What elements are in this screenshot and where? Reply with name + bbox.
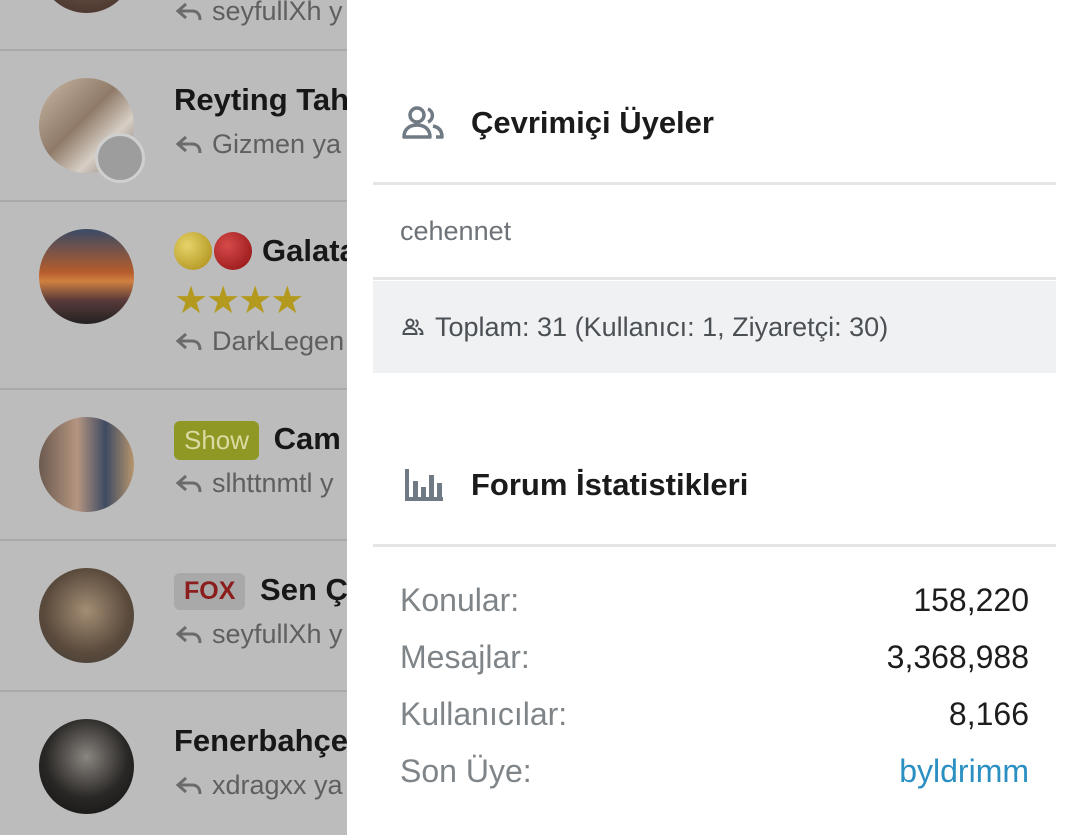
- avatar[interactable]: [39, 0, 134, 13]
- users-icon: [402, 105, 444, 139]
- bar-chart-icon: [405, 468, 443, 501]
- reply-icon: [176, 625, 202, 643]
- list-item[interactable]: seyfullXh y: [0, 0, 347, 51]
- stat-label: Kullanıcılar:: [400, 696, 568, 732]
- avatar-secondary: [95, 133, 145, 183]
- online-user-link[interactable]: cehennet: [373, 185, 1056, 280]
- yellow-ball-icon: [174, 232, 212, 270]
- online-total: Toplam: 31 (Kullanıcı: 1, Ziyaretçi: 30): [373, 281, 1056, 373]
- forum-stats-title: Forum İstatistikleri: [471, 466, 749, 502]
- thread-title[interactable]: Cam: [274, 421, 341, 456]
- users-small-icon: [402, 318, 424, 335]
- stat-label: Mesajlar:: [400, 639, 530, 675]
- rating-stars: ★★★★: [174, 280, 304, 322]
- list-item[interactable]: Galata ★★★★ DarkLegen: [0, 202, 347, 390]
- reply-icon: [176, 2, 202, 20]
- reply-icon: [176, 474, 202, 492]
- online-members-title: Çevrimiçi Üyeler: [471, 104, 714, 140]
- thread-title[interactable]: Fenerbahçe: [174, 723, 347, 759]
- online-members-header: Çevrimiçi Üyeler: [373, 63, 1056, 185]
- red-ball-icon: [214, 232, 252, 270]
- thread-last-poster[interactable]: seyfullXh y: [212, 619, 343, 650]
- avatar[interactable]: [39, 568, 134, 663]
- reply-icon: [176, 332, 202, 350]
- avatar[interactable]: [39, 229, 134, 324]
- avatar[interactable]: [39, 417, 134, 512]
- thread-last-poster[interactable]: slhttnmtl y: [212, 468, 334, 499]
- online-total-text: Toplam: 31 (Kullanıcı: 1, Ziyaretçi: 30): [435, 311, 889, 342]
- forum-stats-list: Konular: 158,220 Mesajlar: 3,368,988 Kul…: [400, 572, 1029, 800]
- reply-icon: [176, 135, 202, 153]
- stat-label: Konular:: [400, 582, 520, 618]
- reply-icon: [176, 776, 202, 794]
- stat-value: 3,368,988: [886, 639, 1029, 675]
- thread-list: seyfullXh y Reyting Tah Gizmen ya Galata…: [0, 0, 347, 835]
- thread-last-poster[interactable]: seyfullXh y: [212, 0, 343, 27]
- list-item[interactable]: Reyting Tah Gizmen ya: [0, 51, 347, 202]
- newest-member-link[interactable]: byldrimm: [899, 753, 1029, 790]
- stat-row-topics: Konular: 158,220: [400, 572, 1029, 629]
- list-item[interactable]: Fenerbahçe xdragxx ya: [0, 692, 347, 835]
- thread-last-poster[interactable]: Gizmen ya: [212, 129, 341, 160]
- list-item[interactable]: Show Cam slhttnmtl y: [0, 390, 347, 541]
- stat-row-users: Kullanıcılar: 8,166: [400, 686, 1029, 743]
- stat-row-messages: Mesajlar: 3,368,988: [400, 629, 1029, 686]
- thread-title[interactable]: Reyting Tah: [174, 82, 347, 118]
- thread-last-poster[interactable]: DarkLegen: [212, 326, 344, 357]
- stat-value: 158,220: [913, 582, 1029, 618]
- thread-title[interactable]: Galata: [262, 233, 347, 269]
- forum-stats-header: Forum İstatistikleri: [373, 425, 1056, 547]
- thread-title[interactable]: Sen Ç: [260, 572, 347, 607]
- sidebar-panel: Çevrimiçi Üyeler cehennet Toplam: 31 (Ku…: [347, 0, 1080, 835]
- stat-label: Son Üye:: [400, 753, 532, 789]
- list-item[interactable]: FOX Sen Ç seyfullXh y: [0, 541, 347, 692]
- show-badge[interactable]: Show: [174, 421, 260, 461]
- thread-last-poster[interactable]: xdragxx ya: [212, 770, 343, 801]
- stat-value: 8,166: [948, 696, 1029, 732]
- fox-badge[interactable]: FOX: [174, 573, 246, 611]
- avatar[interactable]: [39, 719, 134, 814]
- stat-row-newest-member: Son Üye: byldrimm: [400, 743, 1029, 800]
